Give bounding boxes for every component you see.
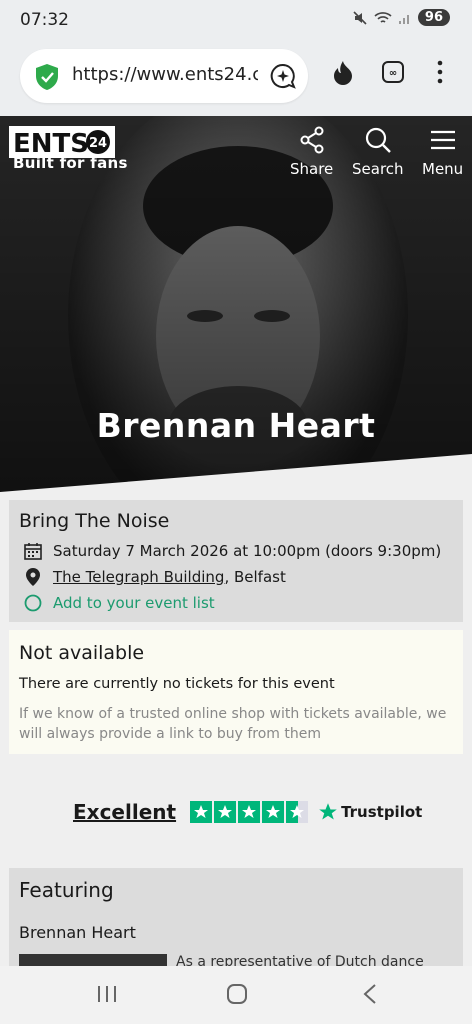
search-icon bbox=[365, 127, 391, 153]
svg-text:∞: ∞ bbox=[389, 68, 397, 79]
status-bar: 07:32 96 bbox=[0, 0, 472, 44]
add-to-list-label[interactable]: Add to your event list bbox=[53, 594, 215, 612]
star-icon bbox=[190, 801, 213, 823]
half-star-icon bbox=[286, 801, 309, 823]
add-to-list-button[interactable]: Add to your event list bbox=[23, 594, 215, 612]
trustpilot-stars bbox=[190, 801, 309, 823]
trustpilot-star-icon bbox=[319, 803, 337, 820]
system-nav-bar bbox=[0, 966, 472, 1024]
availability-line: There are currently no tickets for this … bbox=[19, 676, 335, 692]
trustpilot-brand-text: Trustpilot bbox=[341, 803, 423, 821]
trustpilot-widget[interactable]: Excellent Trustpilot bbox=[73, 800, 422, 824]
recent-apps-icon[interactable] bbox=[96, 983, 118, 1005]
address-bar[interactable]: https://www.ents24.c bbox=[20, 49, 308, 103]
location-pin-icon bbox=[26, 568, 40, 586]
menu-label: Menu bbox=[422, 160, 464, 178]
tabs-icon[interactable]: ∞ bbox=[381, 60, 405, 84]
event-venue-row: The Telegraph Building, Belfast bbox=[23, 568, 286, 586]
star-icon bbox=[214, 801, 237, 823]
event-datetime: Saturday 7 March 2026 at 10:00pm (doors … bbox=[53, 542, 442, 560]
status-icons: 96 bbox=[352, 9, 450, 26]
trustpilot-rating-word[interactable]: Excellent bbox=[73, 800, 176, 824]
circle-add-icon bbox=[24, 594, 42, 612]
mute-icon bbox=[353, 10, 367, 25]
calendar-icon bbox=[24, 543, 42, 560]
search-button[interactable]: Search bbox=[352, 126, 404, 178]
status-time: 07:32 bbox=[20, 10, 69, 30]
secure-shield-icon[interactable] bbox=[34, 63, 60, 91]
availability-card: Not available There are currently no tic… bbox=[9, 630, 463, 754]
url-text[interactable]: https://www.ents24.c bbox=[72, 64, 258, 85]
artist-hero: ENTS 24 Built for fans Share Search Menu… bbox=[0, 116, 472, 492]
tagline: Built for fans bbox=[13, 154, 128, 172]
share-icon bbox=[300, 126, 324, 154]
wifi-icon bbox=[374, 11, 392, 23]
back-icon[interactable] bbox=[362, 983, 378, 1005]
more-vert-icon[interactable] bbox=[436, 60, 444, 84]
share-label: Share bbox=[290, 160, 334, 178]
logo-badge: 24 bbox=[89, 136, 107, 151]
featuring-card: Featuring Brennan Heart As a representat… bbox=[9, 868, 463, 968]
home-icon[interactable] bbox=[226, 983, 248, 1005]
search-label: Search bbox=[352, 160, 404, 178]
browser-toolbar: https://www.ents24.c ∞ bbox=[0, 44, 472, 116]
venue-link[interactable]: The Telegraph Building bbox=[53, 568, 224, 586]
star-icon bbox=[238, 801, 261, 823]
star-icon bbox=[262, 801, 285, 823]
menu-button[interactable]: Menu bbox=[422, 126, 463, 178]
assistant-icon[interactable] bbox=[270, 63, 296, 89]
featuring-title: Featuring bbox=[19, 878, 114, 902]
signal-icon bbox=[398, 14, 409, 24]
flame-icon[interactable] bbox=[332, 60, 354, 86]
event-card: Bring The Noise Saturday 7 March 2026 at… bbox=[9, 500, 463, 622]
featuring-artist-name[interactable]: Brennan Heart bbox=[19, 923, 136, 942]
venue-city: , Belfast bbox=[224, 568, 286, 586]
artist-name: Brennan Heart bbox=[96, 406, 376, 445]
event-date-row: Saturday 7 March 2026 at 10:00pm (doors … bbox=[23, 542, 441, 560]
event-title: Bring The Noise bbox=[19, 510, 170, 532]
availability-note: If we know of a trusted online shop with… bbox=[19, 706, 447, 742]
share-button[interactable]: Share bbox=[290, 126, 333, 178]
trustpilot-brand: Trustpilot bbox=[318, 802, 422, 822]
availability-title: Not available bbox=[19, 642, 145, 664]
hamburger-icon bbox=[430, 130, 455, 150]
battery-badge: 96 bbox=[417, 9, 450, 26]
